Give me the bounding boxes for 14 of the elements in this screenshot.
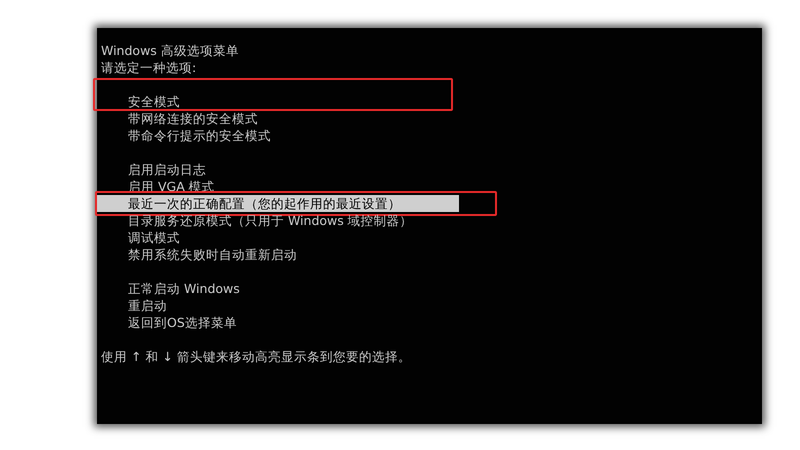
- menu-option[interactable]: 禁用系统失败时自动重新启动: [128, 246, 297, 263]
- menu-option[interactable]: 重启动: [128, 297, 167, 314]
- menu-option[interactable]: 目录服务还原模式（只用于 Windows 域控制器）: [128, 212, 413, 229]
- menu-option[interactable]: 带命令行提示的安全模式: [128, 127, 271, 144]
- instruction-text: 使用 ↑ 和 ↓ 箭头键来移动高亮显示条到您要的选择。: [100, 348, 412, 365]
- menu-option[interactable]: 安全模式: [128, 93, 180, 110]
- menu-option[interactable]: 调试模式: [128, 229, 180, 246]
- menu-option[interactable]: 正常启动 Windows: [128, 280, 240, 297]
- menu-option[interactable]: 最近一次的正确配置（您的起作用的最近设置）: [128, 195, 401, 212]
- menu-option[interactable]: 启用启动日志: [128, 161, 206, 178]
- prompt-text: 请选定一种选项:: [100, 59, 198, 76]
- menu-title: Windows 高级选项菜单: [100, 42, 240, 59]
- menu-option[interactable]: 返回到OS选择菜单: [128, 314, 237, 331]
- menu-option[interactable]: 带网络连接的安全模式: [128, 110, 258, 127]
